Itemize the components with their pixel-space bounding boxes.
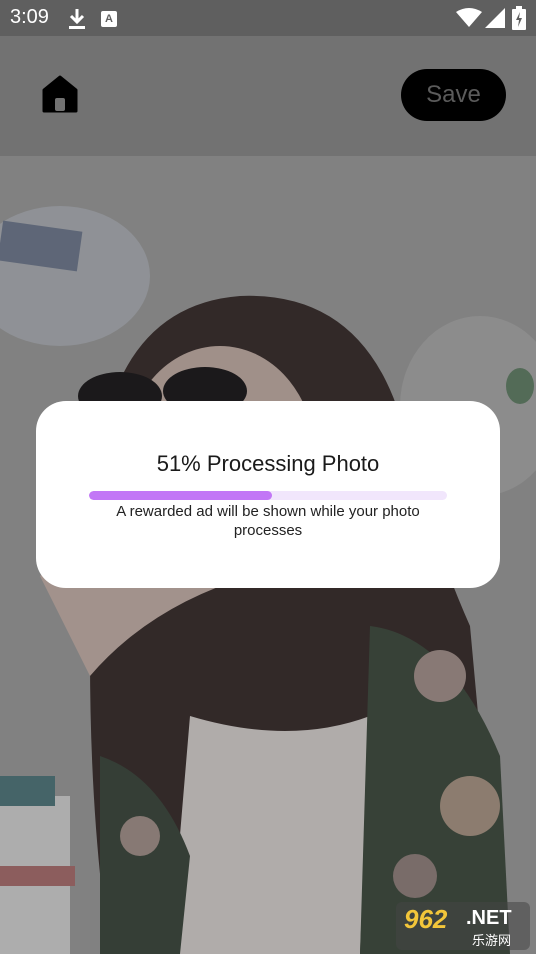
wifi-icon <box>456 8 482 27</box>
progress-bar <box>89 491 447 500</box>
home-icon[interactable] <box>40 74 80 114</box>
status-time: 3:09 <box>10 6 49 28</box>
watermark-suffix: .NET <box>466 907 512 929</box>
download-icon <box>69 9 85 29</box>
progress-fill <box>89 491 272 500</box>
watermark-chinese: 乐游网 <box>472 933 512 948</box>
watermark-logo: 962 .NET 乐游网 <box>396 902 530 950</box>
battery-charging-icon <box>512 6 526 30</box>
status-bar: 3:09 A <box>0 0 536 36</box>
dialog-message: A rewarded ad will be shown while your p… <box>116 503 420 539</box>
signal-icon <box>485 8 505 28</box>
save-button[interactable]: Save <box>401 69 506 121</box>
dialog-title: 51% Processing Photo <box>156 451 380 476</box>
processing-dialog: 51% Processing Photo A rewarded ad will … <box>36 401 500 588</box>
top-toolbar: Save <box>0 36 536 156</box>
a-notification-icon: A <box>101 11 117 27</box>
watermark-number: 962 <box>404 904 448 934</box>
